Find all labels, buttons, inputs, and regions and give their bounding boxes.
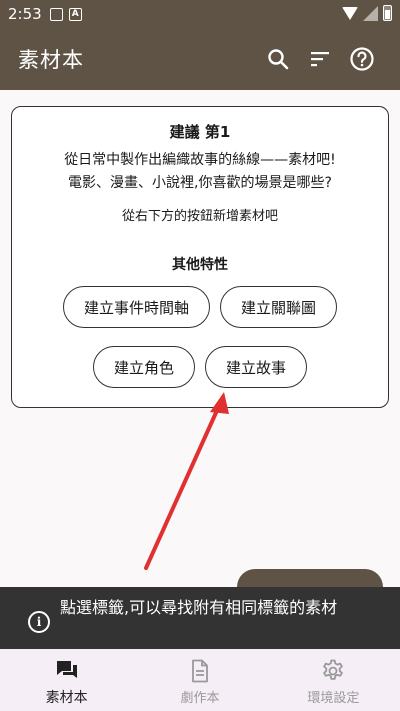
- nav-item-settings[interactable]: 環境設定: [267, 649, 400, 711]
- arrow-shaft: [144, 404, 221, 570]
- card-subtitle: 其他特性: [172, 257, 228, 273]
- sort-icon: [311, 52, 329, 67]
- nav-item-scripts[interactable]: 劇作本: [133, 649, 266, 711]
- nav-label-settings: 環境設定: [307, 691, 360, 706]
- create-character-button[interactable]: 建立角色: [92, 346, 195, 388]
- nav-item-materials[interactable]: 素材本: [0, 649, 133, 711]
- nav-label-materials: 素材本: [45, 690, 88, 706]
- document-icon: [192, 659, 208, 683]
- sort-button[interactable]: [300, 39, 340, 79]
- wifi-icon: [342, 6, 358, 20]
- create-story-button[interactable]: 建立故事: [205, 346, 308, 388]
- image-notification-icon: [49, 7, 63, 21]
- search-icon: [268, 49, 289, 70]
- help-button[interactable]: [342, 39, 382, 79]
- card-title: 建議 第1: [169, 123, 231, 141]
- card-hint: 從右下方的按鈕新增素材吧: [121, 209, 278, 224]
- app-title: 素材本: [18, 48, 84, 72]
- search-button[interactable]: [258, 39, 298, 79]
- settings-icon: [323, 659, 344, 680]
- info-icon: i: [28, 611, 50, 633]
- app-bar: 素材本: [0, 28, 400, 90]
- card-line-2: 電影、漫畫、小說裡,你喜歡的場景是哪些?: [68, 175, 332, 191]
- nav-label-scripts: 劇作本: [180, 691, 220, 706]
- status-bar: 2:53 A: [0, 0, 400, 28]
- bottom-nav: 素材本 劇作本 環境設定: [0, 649, 400, 711]
- signal-icon: [363, 5, 378, 21]
- chat-icon: [56, 661, 77, 678]
- app-notification-icon: A: [68, 7, 82, 21]
- snackbar: i 點選標籤,可以尋找附有相同標籤的素材: [0, 587, 400, 649]
- help-icon: [350, 47, 374, 71]
- create-relationship-map-button[interactable]: 建立關聯圖: [220, 286, 338, 328]
- snackbar-message: 點選標籤,可以尋找附有相同標籤的素材: [60, 598, 338, 617]
- battery-icon: [383, 5, 392, 21]
- card-line-1: 從日常中製作出編織故事的絲線——素材吧!: [64, 152, 336, 168]
- suggestion-card: 建議 第1 從日常中製作出編織故事的絲線——素材吧! 電影、漫畫、小說裡,你喜歡…: [11, 106, 389, 408]
- status-time: 2:53: [8, 5, 42, 23]
- create-timeline-button[interactable]: 建立事件時間軸: [62, 286, 210, 328]
